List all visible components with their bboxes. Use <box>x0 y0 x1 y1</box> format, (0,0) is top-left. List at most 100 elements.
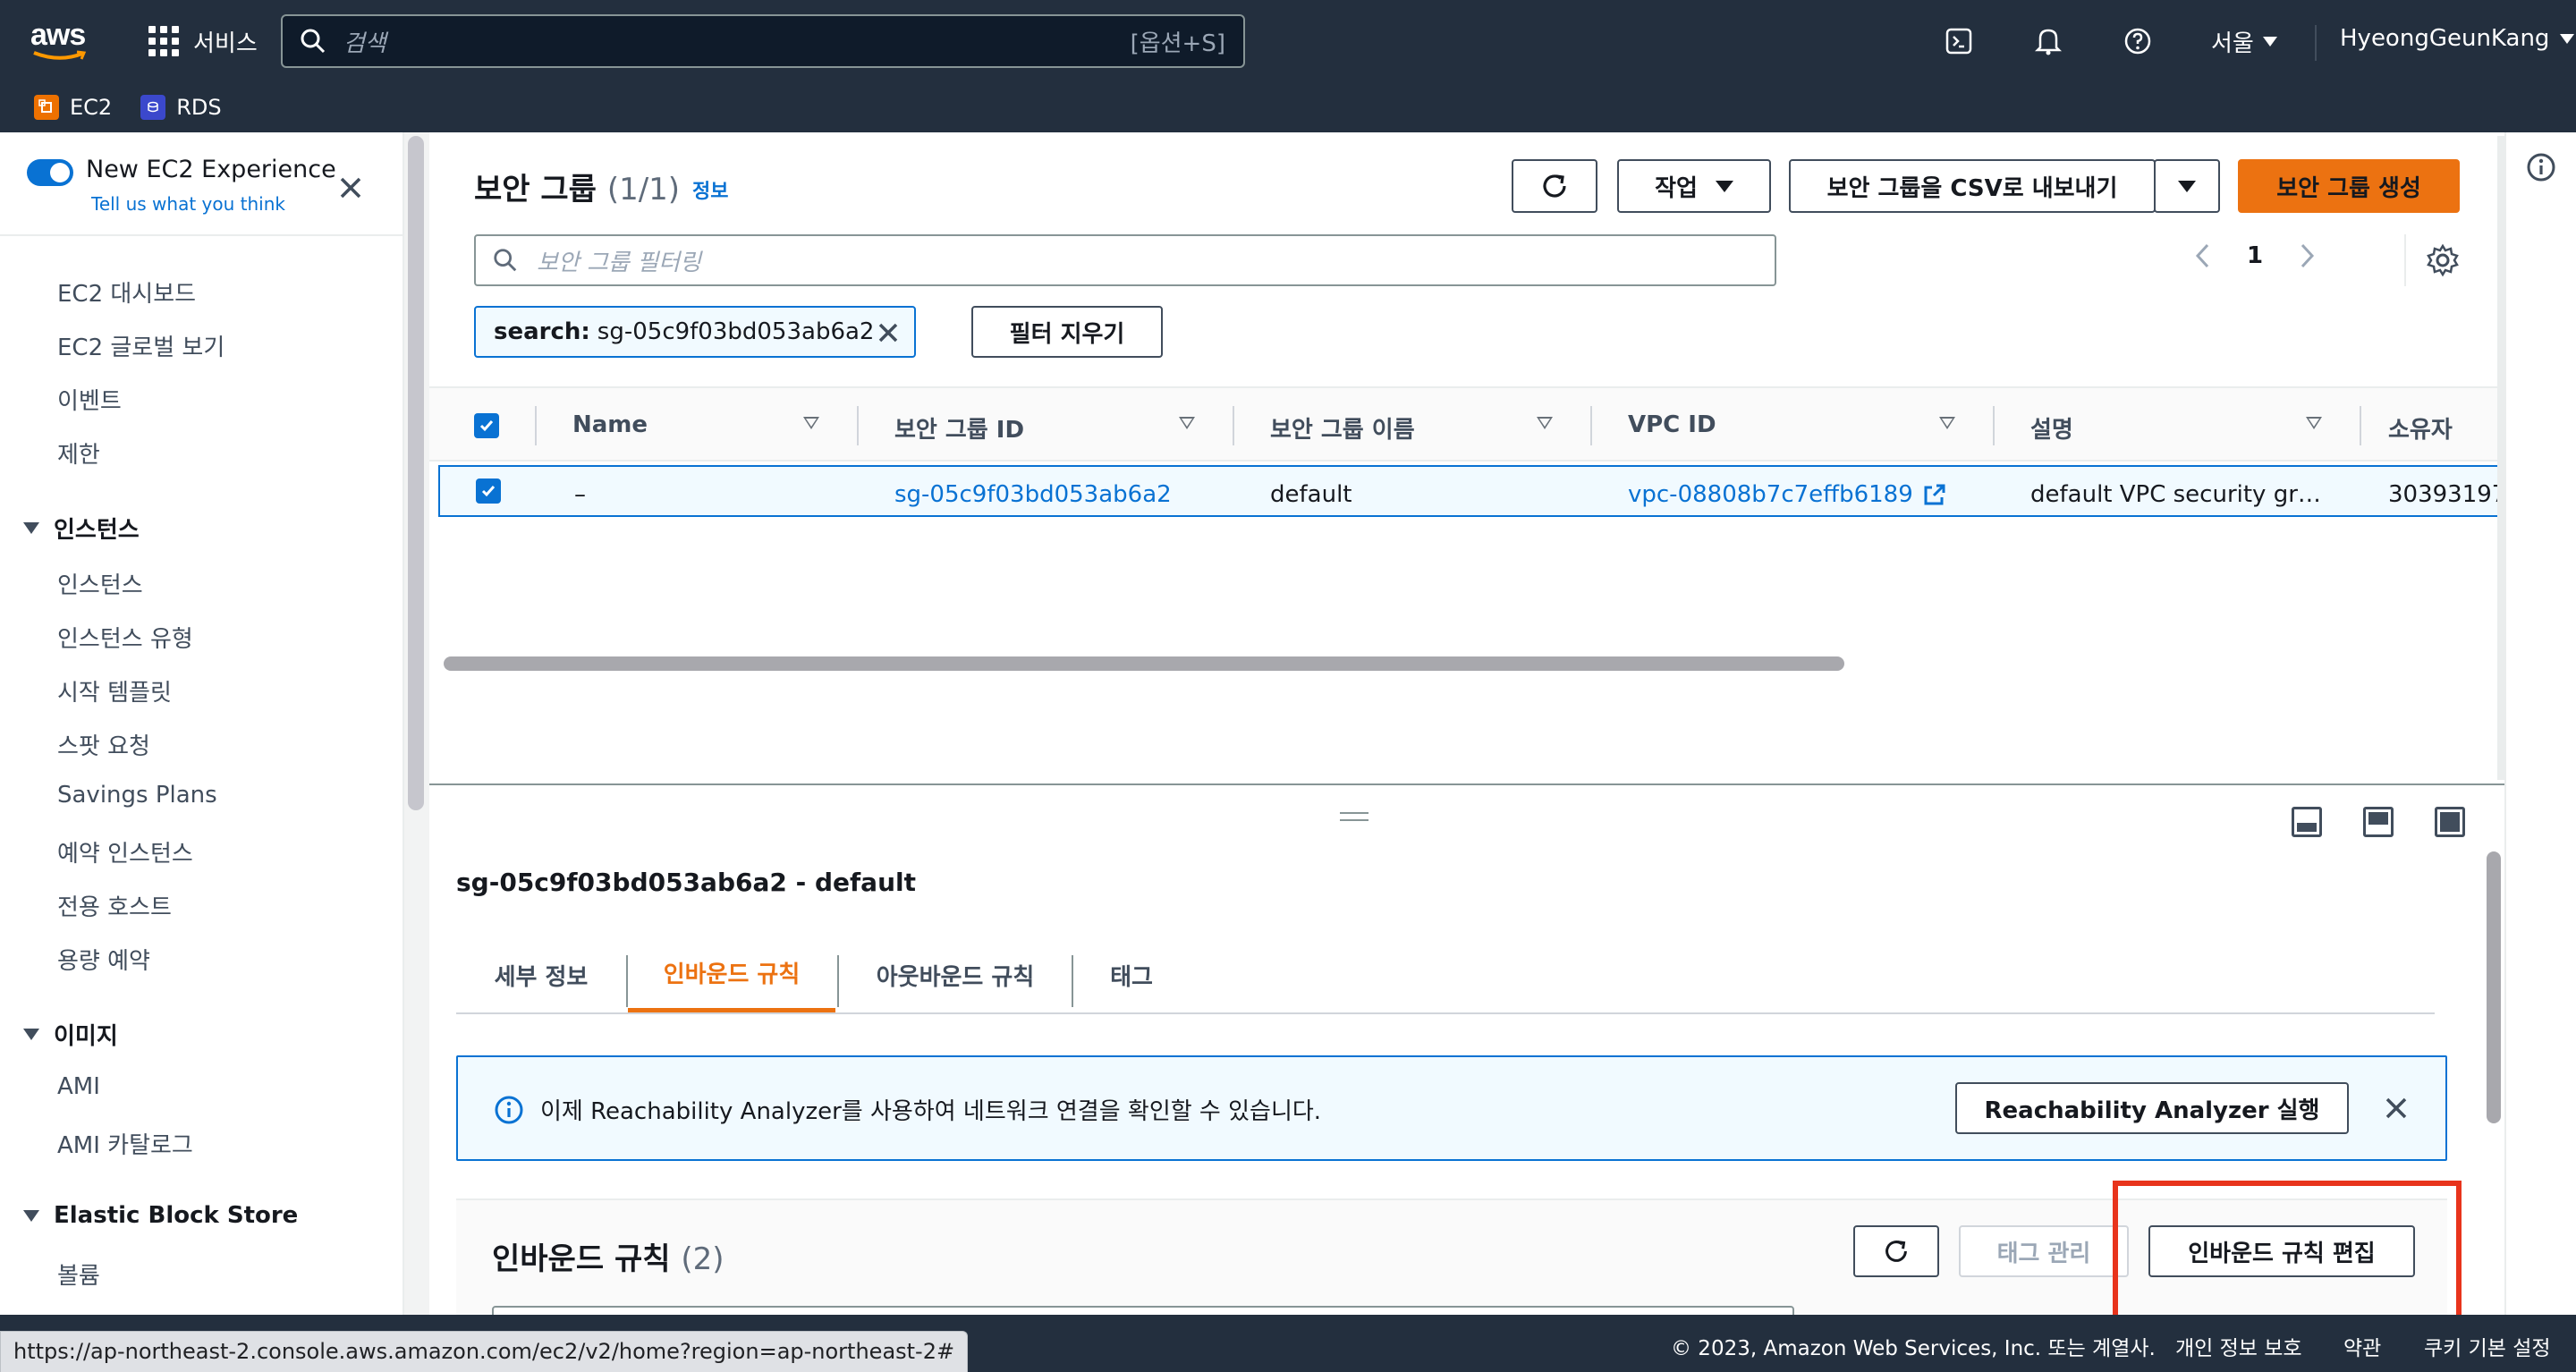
info-icon <box>495 1096 523 1124</box>
privacy-link[interactable]: 개인 정보 보호 <box>2175 1331 2302 1361</box>
terms-link[interactable]: 약관 <box>2343 1331 2381 1361</box>
sidebar-item-reserved-instances[interactable]: 예약 인스턴스 <box>57 835 193 868</box>
caret-down-icon <box>23 1029 39 1040</box>
sidebar-section-images[interactable]: 이미지 <box>23 1018 118 1051</box>
favorite-rds[interactable]: RDS <box>140 95 222 120</box>
account-name: HyeongGeunKang <box>2340 25 2550 52</box>
global-search-input[interactable]: 검색 [옵션+S] <box>281 14 1245 68</box>
export-csv-button[interactable]: 보안 그룹을 CSV로 내보내기 <box>1789 159 2156 213</box>
caret-down-icon <box>1715 180 1733 192</box>
actions-dropdown-button[interactable]: 작업 <box>1617 159 1771 213</box>
sidebar-item-savings-plans[interactable]: Savings Plans <box>57 782 217 809</box>
manage-tags-button[interactable]: 태그 관리 <box>1959 1225 2129 1277</box>
aws-logo[interactable]: aws <box>30 20 95 63</box>
select-all-checkbox[interactable] <box>474 413 499 438</box>
vpc-id-text: vpc-08808b7c7effb6189 <box>1628 481 1913 508</box>
sidebar-item-dedicated-hosts[interactable]: 전용 호스트 <box>57 889 172 922</box>
table-row[interactable]: – sg-05c9f03bd053ab6a2 default vpc-08808… <box>438 465 2507 517</box>
column-header-sg-id[interactable]: 보안 그룹 ID <box>894 411 1024 445</box>
region-selector[interactable]: 서울 <box>2211 25 2277 58</box>
panel-side-icon[interactable] <box>2363 807 2394 837</box>
favorite-ec2[interactable]: EC2 <box>34 95 112 120</box>
sidebar-section-instances[interactable]: 인스턴스 <box>23 512 140 545</box>
banner-message: 이제 Reachability Analyzer를 사용하여 네트워크 연결을 … <box>540 1098 1322 1125</box>
tab-outbound-rules[interactable]: 아웃바운드 규칙 <box>839 937 1072 1012</box>
cell-vpc-id-link[interactable]: vpc-08808b7c7effb6189 <box>1628 481 1947 508</box>
help-panel-strip <box>2504 132 2576 1315</box>
tab-inbound-rules[interactable]: 인바운드 규칙 <box>628 937 835 1012</box>
sidebar-item-ec2-global-view[interactable]: EC2 글로벌 보기 <box>57 329 225 362</box>
new-experience-toggle[interactable] <box>27 159 73 186</box>
cell-owner: 30393197 <box>2388 481 2507 508</box>
cookie-preferences-link[interactable]: 쿠키 기본 설정 <box>2424 1331 2551 1361</box>
sort-icon[interactable] <box>1939 417 1955 429</box>
sort-icon[interactable] <box>1179 417 1195 429</box>
inbound-rules-filter-input[interactable] <box>492 1306 1794 1315</box>
sort-icon[interactable] <box>803 417 819 429</box>
info-icon[interactable] <box>2526 152 2556 182</box>
sidebar: New EC2 Experience Tell us what you thin… <box>0 132 404 1315</box>
caret-down-icon <box>2560 33 2575 44</box>
column-header-sg-name[interactable]: 보안 그룹 이름 <box>1270 411 1415 445</box>
top-navigation: aws 서비스 검색 [옵션+S] 서울 HyeongGeunKang EC2 … <box>0 0 2576 132</box>
feedback-link[interactable]: Tell us what you think <box>91 193 285 215</box>
sidebar-item-spot-requests[interactable]: 스팟 요청 <box>57 728 150 761</box>
create-security-group-button[interactable]: 보안 그룹 생성 <box>2238 159 2460 213</box>
column-header-vpc-id[interactable]: VPC ID <box>1628 411 1716 438</box>
info-link[interactable]: 정보 <box>692 175 728 204</box>
sidebar-section-ebs[interactable]: Elastic Block Store <box>23 1202 298 1229</box>
panel-bottom-icon[interactable] <box>2292 807 2322 837</box>
cloudshell-icon[interactable] <box>1939 21 1979 61</box>
services-menu-button[interactable]: 서비스 <box>148 23 258 59</box>
current-page[interactable]: 1 <box>2247 242 2263 269</box>
gear-icon[interactable] <box>2426 243 2460 277</box>
sidebar-scrollbar[interactable] <box>408 136 424 810</box>
account-menu[interactable]: HyeongGeunKang <box>2340 25 2575 52</box>
filter-token-key: search: <box>494 318 590 345</box>
close-icon[interactable] <box>2381 1093 2411 1123</box>
sidebar-item-instances[interactable]: 인스턴스 <box>57 567 143 600</box>
column-header-name[interactable]: Name <box>572 411 648 438</box>
sidebar-item-ami-catalog[interactable]: AMI 카탈로그 <box>57 1127 193 1160</box>
highlight-box <box>2113 1181 2462 1322</box>
sort-icon[interactable] <box>2306 417 2322 429</box>
table-horizontal-scrollbar[interactable] <box>444 656 1844 671</box>
row-checkbox[interactable] <box>476 479 501 504</box>
split-panel-resize-handle[interactable] <box>1340 812 1368 821</box>
chevron-left-icon[interactable] <box>2193 241 2211 270</box>
split-panel-scrollbar[interactable] <box>2487 851 2501 1123</box>
region-label: 서울 <box>2211 30 2254 57</box>
clear-filters-button[interactable]: 필터 지우기 <box>971 306 1163 358</box>
panel-full-icon[interactable] <box>2435 807 2465 837</box>
aws-logo-text: aws <box>30 18 86 52</box>
chevron-right-icon[interactable] <box>2299 241 2317 270</box>
sidebar-item-volumes[interactable]: 볼륨 <box>57 1258 100 1291</box>
notifications-icon[interactable] <box>2029 21 2068 61</box>
sidebar-item-capacity-reservations[interactable]: 용량 예약 <box>57 943 150 976</box>
page-title-count: (1/1) <box>606 172 681 207</box>
sidebar-section-title: 이미지 <box>54 1023 118 1050</box>
tab-details[interactable]: 세부 정보 <box>456 937 626 1012</box>
sort-icon[interactable] <box>1537 417 1553 429</box>
close-icon[interactable] <box>335 172 367 204</box>
security-group-filter-input[interactable]: 보안 그룹 필터링 <box>474 234 1776 286</box>
sidebar-item-instance-types[interactable]: 인스턴스 유형 <box>57 621 193 654</box>
column-header-description[interactable]: 설명 <box>2030 411 2073 445</box>
sidebar-item-launch-templates[interactable]: 시작 템플릿 <box>57 674 172 707</box>
sidebar-item-ami[interactable]: AMI <box>57 1073 100 1100</box>
export-dropdown-button[interactable] <box>2154 159 2220 213</box>
inbound-refresh-button[interactable] <box>1853 1225 1939 1277</box>
refresh-icon <box>1885 1241 1907 1262</box>
remove-filter-icon[interactable] <box>875 319 902 346</box>
column-divider <box>1993 406 1995 445</box>
tab-tags[interactable]: 태그 <box>1073 937 1190 1012</box>
clear-filters-label: 필터 지우기 <box>1009 320 1125 348</box>
sidebar-item-ec2-dashboard[interactable]: EC2 대시보드 <box>57 275 196 309</box>
cell-sg-id-link[interactable]: sg-05c9f03bd053ab6a2 <box>894 481 1172 508</box>
help-icon[interactable] <box>2118 21 2157 61</box>
sidebar-item-limits[interactable]: 제한 <box>57 436 100 470</box>
column-header-owner[interactable]: 소유자 <box>2388 411 2453 445</box>
refresh-button[interactable] <box>1512 159 1597 213</box>
reachability-analyzer-button[interactable]: Reachability Analyzer 실행 <box>1955 1082 2349 1134</box>
sidebar-item-events[interactable]: 이벤트 <box>57 383 122 416</box>
